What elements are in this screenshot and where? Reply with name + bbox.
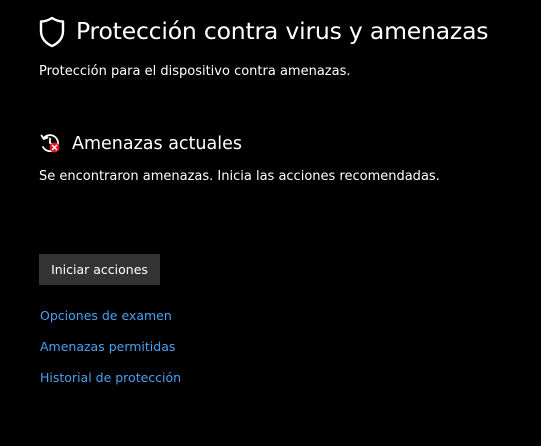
allowed-threats-link[interactable]: Amenazas permitidas xyxy=(40,338,175,356)
current-threats-title: Amenazas actuales xyxy=(72,134,242,154)
shield-icon xyxy=(39,16,65,48)
page-title: Protección contra virus y amenazas xyxy=(76,17,489,45)
current-threats-description: Se encontraron amenazas. Inicia las acci… xyxy=(39,169,440,184)
scan-options-link[interactable]: Opciones de examen xyxy=(40,307,172,325)
page-subtitle: Protección para el dispositivo contra am… xyxy=(39,64,351,79)
threat-warning-icon xyxy=(40,134,60,153)
start-actions-button[interactable]: Iniciar acciones xyxy=(39,254,160,285)
protection-history-link[interactable]: Historial de protección xyxy=(40,369,181,387)
